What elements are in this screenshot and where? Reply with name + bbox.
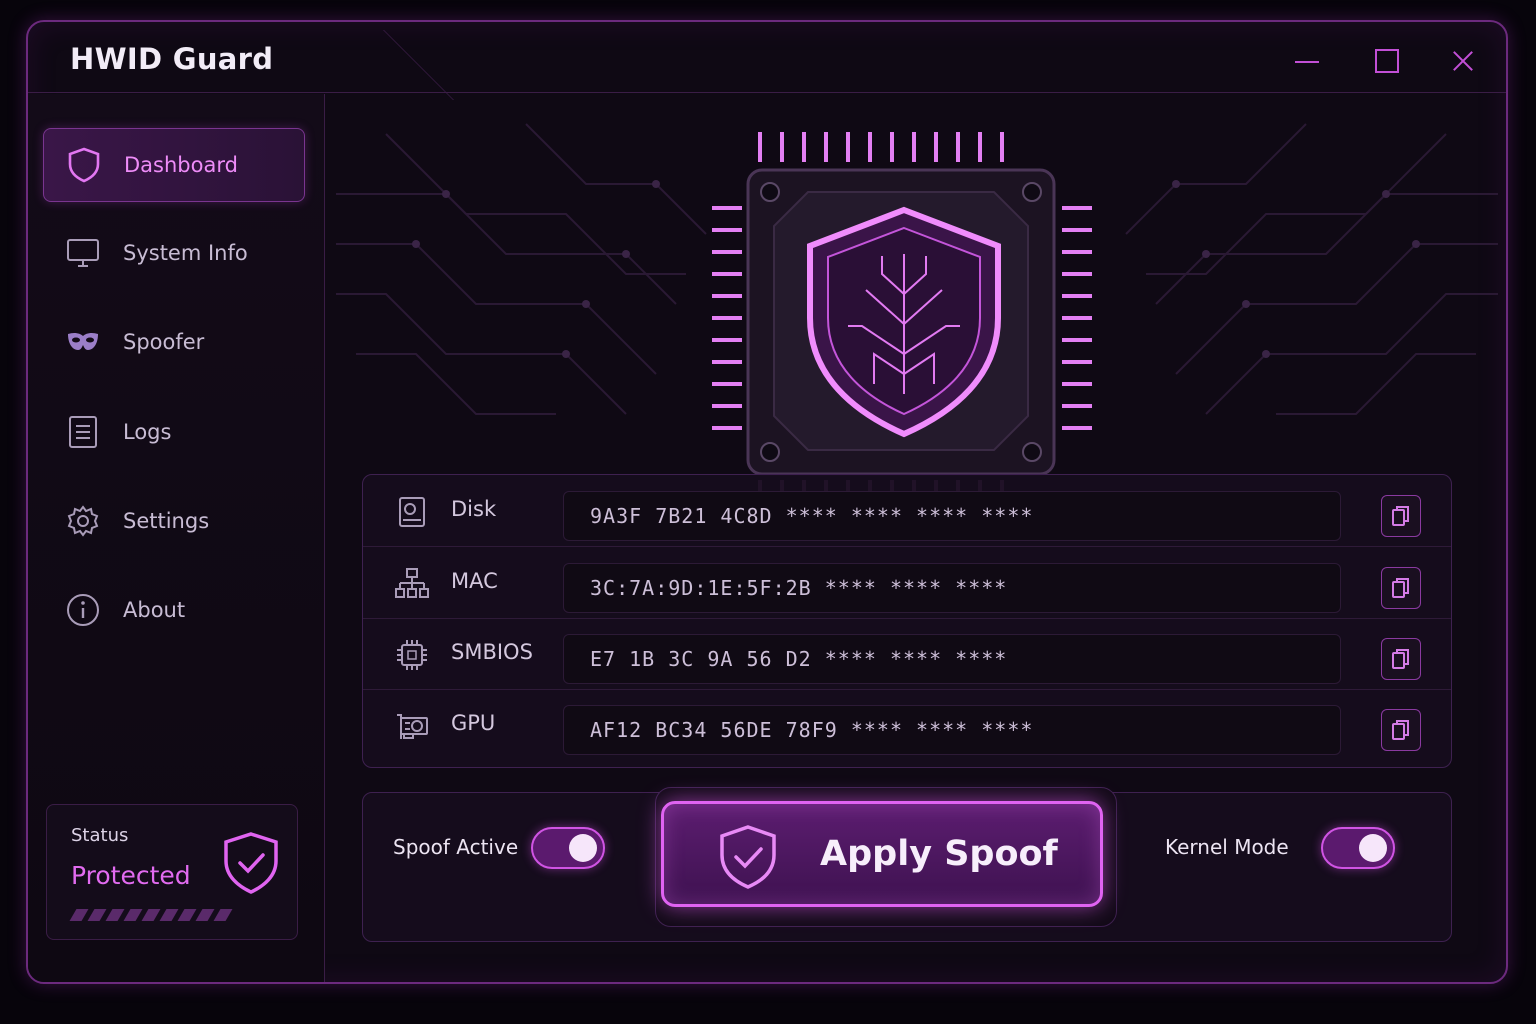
hwid-value-field[interactable]: 3C:7A:9D:1E:5F:2B **** **** **** [563,563,1341,613]
sidebar-item-system-info[interactable]: System Info [43,216,305,290]
copy-icon [1392,649,1409,669]
hwid-row-gpu: GPU AF12 BC34 56DE 78F9 **** **** **** [363,689,1451,760]
sidebar-item-label: Logs [123,420,172,444]
apply-spoof-button[interactable]: Apply Spoof [661,801,1103,907]
sidebar-item-label: Dashboard [124,153,238,177]
spoof-active-label: Spoof Active [393,835,519,859]
copy-icon [1392,506,1409,526]
hwid-label: GPU [451,711,496,735]
shield-icon [66,147,102,183]
title-bar: HWID Guard [28,22,1506,100]
chip-icon [397,640,427,670]
disk-icon [399,497,425,527]
sidebar: Dashboard System Info Spoofer Logs Setti… [28,94,325,982]
circuit-chip-illustration [336,123,1498,502]
sidebar-item-label: Settings [123,509,210,533]
sidebar-item-spoofer[interactable]: Spoofer [43,305,305,379]
shield-check-icon [224,832,278,894]
main-content: Disk 9A3F 7B21 4C8D **** **** **** **** … [326,94,1506,982]
sidebar-item-settings[interactable]: Settings [43,484,305,558]
copy-gpu-button[interactable] [1381,709,1421,751]
action-panel: Spoof Active Apply Spoof Kernel Mode [362,787,1452,942]
status-value: Protected [71,861,191,890]
network-icon [395,568,429,598]
gpu-icon [397,714,428,739]
title-divider [293,30,454,100]
hwid-row-disk: Disk 9A3F 7B21 4C8D **** **** **** **** [363,475,1451,547]
hwid-row-smbios: SMBIOS E7 1B 3C 9A 56 D2 **** **** **** [363,618,1451,690]
kernel-mode-label: Kernel Mode [1165,835,1289,859]
app-title: HWID Guard [70,42,274,76]
copy-smbios-button[interactable] [1381,638,1421,680]
maximize-icon[interactable] [1366,42,1406,82]
sidebar-item-about[interactable]: About [43,573,305,647]
copy-icon [1392,720,1409,740]
status-label: Status [71,825,129,846]
kernel-mode-toggle[interactable] [1321,827,1395,869]
apply-spoof-label: Apply Spoof [820,834,1058,874]
sidebar-item-label: About [123,598,186,622]
sidebar-item-label: Spoofer [123,330,205,354]
mask-icon [65,324,101,360]
app-window: HWID Guard Dashboard System Info Spoofer [26,20,1508,984]
copy-icon [1392,578,1409,598]
sidebar-item-logs[interactable]: Logs [43,395,305,469]
copy-disk-button[interactable] [1381,495,1421,537]
document-icon [65,414,101,450]
hwid-label: MAC [451,569,498,593]
gear-icon [65,503,101,539]
hwid-value-field[interactable]: AF12 BC34 56DE 78F9 **** **** **** [563,705,1341,755]
info-icon [65,592,101,628]
close-icon[interactable] [1442,42,1482,82]
copy-mac-button[interactable] [1381,567,1421,609]
hwid-row-mac: MAC 3C:7A:9D:1E:5F:2B **** **** **** [363,547,1451,619]
minimize-icon[interactable] [1286,42,1326,82]
hwid-panel: Disk 9A3F 7B21 4C8D **** **** **** **** … [362,474,1452,768]
status-progress [69,909,243,921]
sidebar-item-label: System Info [123,241,248,265]
hwid-value-field[interactable]: 9A3F 7B21 4C8D **** **** **** **** [563,491,1341,541]
spoof-active-toggle[interactable] [531,827,605,869]
monitor-icon [65,235,101,271]
sidebar-item-dashboard[interactable]: Dashboard [43,128,305,202]
hwid-label: SMBIOS [451,640,533,664]
hwid-label: Disk [451,497,497,521]
status-card: Status Protected [46,804,298,940]
shield-check-icon [720,825,776,889]
hwid-value-field[interactable]: E7 1B 3C 9A 56 D2 **** **** **** [563,634,1341,684]
